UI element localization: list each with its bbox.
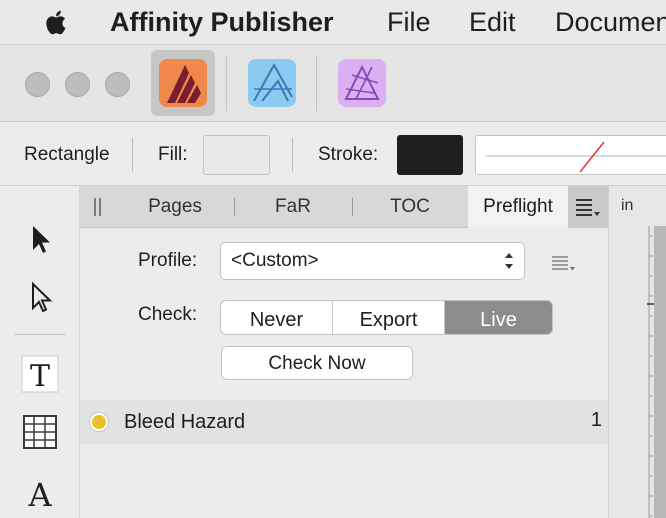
edit-menu[interactable]: Edit xyxy=(469,6,516,38)
profile-value: <Custom> xyxy=(231,250,319,271)
profile-select[interactable]: <Custom> xyxy=(220,242,525,280)
stroke-style-field[interactable] xyxy=(475,135,666,175)
tab-far[interactable]: FaR xyxy=(240,186,346,228)
panel-grip-handle[interactable] xyxy=(92,198,102,216)
tab-pages[interactable]: Pages xyxy=(120,186,230,228)
result-count: 1 xyxy=(590,409,602,431)
panel-tab-bar: Pages FaR TOC Preflight xyxy=(80,186,608,228)
apple-menu-icon[interactable] xyxy=(40,6,72,38)
shape-name-label: Rectangle xyxy=(24,144,110,165)
file-menu[interactable]: File xyxy=(387,6,431,38)
warning-status-dot-icon xyxy=(90,413,108,431)
stroke-color-swatch[interactable] xyxy=(397,135,463,175)
tab-toc[interactable]: TOC xyxy=(356,186,464,228)
check-never-option[interactable]: Never xyxy=(221,301,333,334)
frame-text-tool-icon[interactable]: T xyxy=(20,354,60,394)
check-now-button[interactable]: Check Now xyxy=(221,346,413,380)
designer-persona-icon xyxy=(248,59,296,107)
main-toolbar xyxy=(0,44,666,122)
artistic-text-tool-icon[interactable]: A xyxy=(20,472,60,512)
check-label: Check: xyxy=(138,304,198,325)
ruler-unit-label[interactable]: in xyxy=(621,196,633,216)
fill-label: Fill: xyxy=(158,144,188,165)
svg-text:T: T xyxy=(30,359,50,394)
tab-preflight[interactable]: Preflight xyxy=(468,186,568,228)
preflight-panel: Pages FaR TOC Preflight Profile: <Custom… xyxy=(80,186,608,518)
app-name-menu[interactable]: Affinity Publisher xyxy=(110,6,334,38)
panel-menu-button[interactable] xyxy=(568,186,608,228)
profile-label: Profile: xyxy=(138,250,198,271)
photo-persona-icon xyxy=(338,59,386,107)
canvas-area[interactable] xyxy=(654,226,666,518)
publisher-persona-icon xyxy=(159,59,207,107)
minimize-window-button[interactable] xyxy=(65,72,90,97)
svg-text:A: A xyxy=(27,476,52,512)
table-tool-icon[interactable] xyxy=(20,412,60,452)
close-window-button[interactable] xyxy=(25,72,50,97)
move-tool-icon[interactable] xyxy=(20,218,60,258)
check-live-option[interactable]: Live xyxy=(445,301,552,334)
stroke-preview-icon xyxy=(486,141,666,173)
check-mode-segmented-control: Never Export Live xyxy=(220,300,553,335)
tools-panel: T A xyxy=(0,186,80,518)
stroke-label: Stroke: xyxy=(318,144,379,165)
profile-options-icon[interactable] xyxy=(552,254,582,274)
list-item[interactable]: Bleed Hazard 1 xyxy=(80,400,608,444)
menu-bar: Affinity Publisher File Edit Documen xyxy=(0,0,666,44)
node-tool-icon[interactable] xyxy=(20,276,60,316)
zoom-window-button[interactable] xyxy=(105,72,130,97)
updown-arrows-icon xyxy=(505,253,513,269)
result-title: Bleed Hazard xyxy=(124,411,246,433)
publisher-persona-button[interactable] xyxy=(151,50,215,116)
document-menu[interactable]: Documen xyxy=(555,6,666,38)
context-toolbar: Rectangle Fill: Stroke: xyxy=(0,122,666,186)
fill-color-swatch[interactable] xyxy=(203,135,270,175)
check-export-option[interactable]: Export xyxy=(333,301,445,334)
photo-persona-button[interactable] xyxy=(330,50,394,116)
designer-persona-button[interactable] xyxy=(240,50,304,116)
list-menu-icon xyxy=(576,199,600,216)
